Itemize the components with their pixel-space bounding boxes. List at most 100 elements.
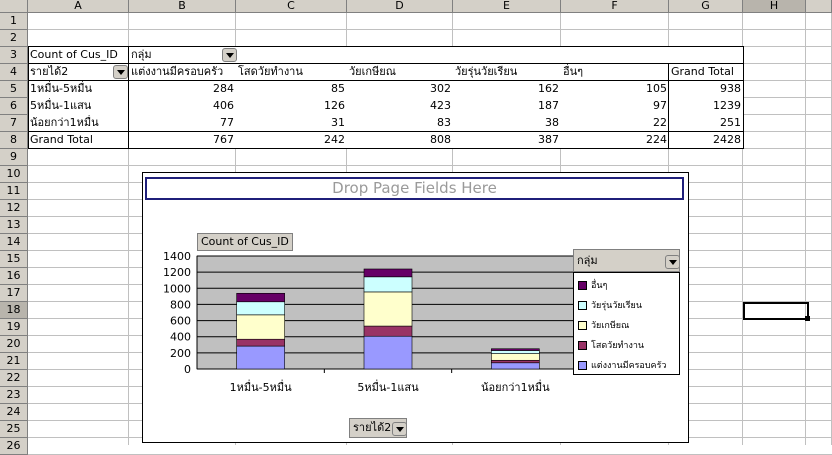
pivot-value-cell[interactable]: 187 [453, 98, 561, 115]
column-header-f[interactable]: F [561, 0, 669, 13]
bar-segment [491, 359, 540, 364]
pivot-value-cell[interactable]: 284 [129, 81, 236, 98]
pivot-value-cell[interactable]: 808 [347, 132, 453, 149]
row-header-7[interactable]: 7 [0, 115, 28, 132]
row-field-dropdown-icon[interactable] [113, 65, 128, 79]
active-cell-h18[interactable] [743, 302, 809, 320]
column-header-overflow[interactable] [806, 0, 832, 13]
legend-label: โสดวัยทำงาน [591, 341, 645, 351]
column-header-c[interactable]: C [236, 0, 347, 13]
pivot-value-cell[interactable]: 387 [453, 132, 561, 149]
row-header-5[interactable]: 5 [0, 81, 28, 98]
column-header-h[interactable]: H [743, 0, 806, 13]
pivot-column-header[interactable]: วัยเกษียณ [347, 64, 453, 81]
pivot-value-cell[interactable]: 938 [669, 81, 743, 98]
row-header-11[interactable]: 11 [0, 183, 28, 200]
row-header-12[interactable]: 12 [0, 200, 28, 217]
pivot-column-header[interactable]: Grand Total [669, 64, 743, 81]
row-header-24[interactable]: 24 [0, 404, 28, 421]
row-header-4[interactable]: 4 [0, 64, 28, 81]
pivot-border [28, 148, 744, 149]
pivot-column-header[interactable]: อื่นๆ [561, 64, 669, 81]
row-header-25[interactable]: 25 [0, 421, 28, 438]
row-header-26[interactable]: 26 [0, 438, 28, 455]
row-header-23[interactable]: 23 [0, 387, 28, 404]
column-header-a[interactable]: A [28, 0, 129, 13]
row-header-8[interactable]: 8 [0, 132, 28, 149]
fill-handle[interactable] [805, 316, 810, 321]
row-header-2[interactable]: 2 [0, 30, 28, 47]
bar-segment [491, 350, 540, 354]
legend-swatch [578, 301, 587, 310]
select-all-corner[interactable] [0, 0, 28, 13]
legend-swatch [578, 321, 587, 330]
legend-swatch [578, 281, 587, 290]
pivot-column-field[interactable]: กลุ่ม [129, 47, 236, 64]
pivot-value-cell[interactable]: 2428 [669, 132, 743, 149]
pivot-column-header[interactable]: แต่งงานมีครอบครัว [129, 64, 236, 81]
row-header-10[interactable]: 10 [0, 166, 28, 183]
pivot-value-cell[interactable]: 251 [669, 115, 743, 132]
pivot-value-cell[interactable]: 85 [236, 81, 347, 98]
pivot-value-cell[interactable]: 423 [347, 98, 453, 115]
bar-segment [363, 276, 413, 293]
row-header-20[interactable]: 20 [0, 336, 28, 353]
pivot-value-cell[interactable]: 38 [453, 115, 561, 132]
row-header-3[interactable]: 3 [0, 47, 28, 64]
pivot-row-label[interactable]: Grand Total [28, 132, 129, 149]
pivot-border [28, 131, 744, 132]
row-header-6[interactable]: 6 [0, 98, 28, 115]
row-header-9[interactable]: 9 [0, 149, 28, 166]
pivot-value-cell[interactable]: 97 [561, 98, 669, 115]
pivot-value-cell[interactable]: 162 [453, 81, 561, 98]
pivot-value-cell[interactable]: 767 [129, 132, 236, 149]
y-tick-label: 800 [170, 298, 191, 311]
pivot-value-cell[interactable]: 22 [561, 115, 669, 132]
pivot-border [668, 63, 669, 148]
legend-field-button[interactable]: กลุ่ม [573, 249, 680, 272]
bar-segment [363, 268, 413, 278]
column-header-e[interactable]: E [453, 0, 561, 13]
legend-dropdown-icon[interactable] [665, 255, 680, 269]
bar-segment [363, 325, 413, 337]
pivot-border [743, 46, 744, 148]
column-header-b[interactable]: B [129, 0, 236, 13]
row-header-16[interactable]: 16 [0, 268, 28, 285]
pivot-value-cell[interactable]: 126 [236, 98, 347, 115]
pivot-value-cell[interactable]: 77 [129, 115, 236, 132]
pivot-row-label[interactable]: น้อยกว่า1หมื่น [28, 115, 129, 132]
column-field-dropdown-icon[interactable] [222, 48, 237, 62]
row-header-1[interactable]: 1 [0, 13, 28, 30]
pivot-row-label[interactable]: 5หมื่น-1แสน [28, 98, 129, 115]
pivot-column-header[interactable]: วัยรุ่นวัยเรียน [453, 64, 561, 81]
column-header-d[interactable]: D [347, 0, 453, 13]
pivot-value-cell[interactable]: 224 [561, 132, 669, 149]
pivot-value-cell[interactable]: 31 [236, 115, 347, 132]
row-header-15[interactable]: 15 [0, 251, 28, 268]
pivot-value-cell[interactable]: 406 [129, 98, 236, 115]
pivot-value-cell[interactable]: 83 [347, 115, 453, 132]
pivot-value-cell[interactable]: 302 [347, 81, 453, 98]
row-header-22[interactable]: 22 [0, 370, 28, 387]
pivot-value-cell[interactable]: 242 [236, 132, 347, 149]
row-header-17[interactable]: 17 [0, 285, 28, 302]
y-tick-label: 600 [170, 315, 191, 328]
legend-entry: โสดวัยทำงาน [578, 339, 644, 353]
pivot-column-header[interactable]: โสดวัยทำงาน [236, 64, 347, 81]
row-header-19[interactable]: 19 [0, 319, 28, 336]
pivot-value-cell[interactable]: 1239 [669, 98, 743, 115]
spreadsheet: ABCDEFGH 1 2 3 4 5 6 7 8 9 10 11 12 13 14 15 16 17 18 19 20… [0, 0, 832, 455]
x-tick-label: 5หมื่น-1แสน [357, 379, 419, 394]
legend-entry: อื่นๆ [578, 279, 607, 293]
category-field-button[interactable]: รายได้2 [349, 418, 407, 438]
pivot-value-cell[interactable]: 105 [561, 81, 669, 98]
category-dropdown-icon[interactable] [392, 422, 407, 436]
row-header-14[interactable]: 14 [0, 234, 28, 251]
row-header-21[interactable]: 21 [0, 353, 28, 370]
row-header-13[interactable]: 13 [0, 217, 28, 234]
bar-segment [236, 301, 285, 316]
pivot-row-label[interactable]: 1หมื่น-5หมื่น [28, 81, 129, 98]
pivot-data-field[interactable]: Count of Cus_ID [28, 47, 129, 64]
row-header-18[interactable]: 18 [0, 302, 28, 319]
column-header-g[interactable]: G [669, 0, 743, 13]
